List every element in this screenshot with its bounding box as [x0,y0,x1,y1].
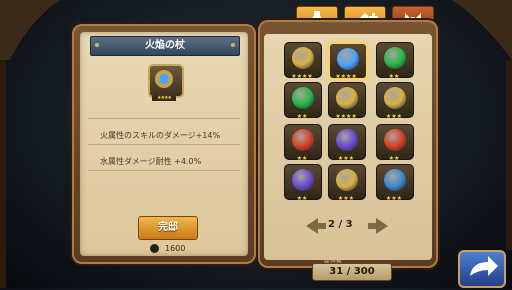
cost-display: 1600 [150,244,185,253]
coin-icon [150,244,159,253]
divider [88,144,240,145]
slot-stars: ★★ [296,113,308,120]
divider [88,118,240,119]
item-icon [384,47,406,69]
item-icon [384,129,406,151]
item-count: 31 / 300 [312,263,392,281]
item-stars: ★★★★ [152,96,176,101]
item-detail-panel: 火焔の杖 ★★★★ 火属性のスキルのダメージ+14% 水属性ダメージ耐性 +4.… [72,24,256,264]
item-title-bar: 火焔の杖 [90,36,240,56]
slot-stars: ★★★ [337,155,355,162]
slot-stars: ★★ [388,155,400,162]
item-icon [292,87,314,109]
slot-stars: ★★★ [385,195,403,202]
selected-item-icon [148,64,184,98]
item-icon [336,129,358,151]
stat-line-2: 水属性ダメージ耐性 +4.0% [100,157,202,166]
item-icon [337,48,359,70]
item-icon [384,169,406,191]
item-icon [336,87,358,109]
item-icon [384,87,406,109]
page-indicator: 2 / 3 [328,219,353,230]
slot-stars: ★★★★ [335,113,357,120]
prev-page-icon[interactable] [304,216,328,236]
slot-stars: ★★ [296,155,308,162]
detail-paper: 火焔の杖 ★★★★ 火属性のスキルのダメージ+14% 水属性ダメージ耐性 +4.… [80,32,248,256]
item-icon [292,129,314,151]
slot-stars: ★★ [388,73,400,80]
next-page-icon[interactable] [366,216,390,236]
return-arrow-icon [470,256,498,276]
divider [88,170,240,171]
stat-line-1: 火属性のスキルのダメージ+14% [100,131,221,140]
slot-stars: ★★★ [337,195,355,202]
item-icon [336,169,358,191]
slot-stars: ★★★★ [335,73,357,80]
confirm-button[interactable]: 完邸 [138,216,198,240]
slot-stars: ★★★ [385,113,403,120]
return-button[interactable] [458,250,506,288]
cost-value: 1600 [165,244,186,253]
slot-stars: ★★★★ [291,73,313,80]
item-icon [292,169,314,191]
item-title: 火焔の杖 [145,40,185,51]
slot-stars: ★★ [296,195,308,202]
item-icon [292,47,314,69]
